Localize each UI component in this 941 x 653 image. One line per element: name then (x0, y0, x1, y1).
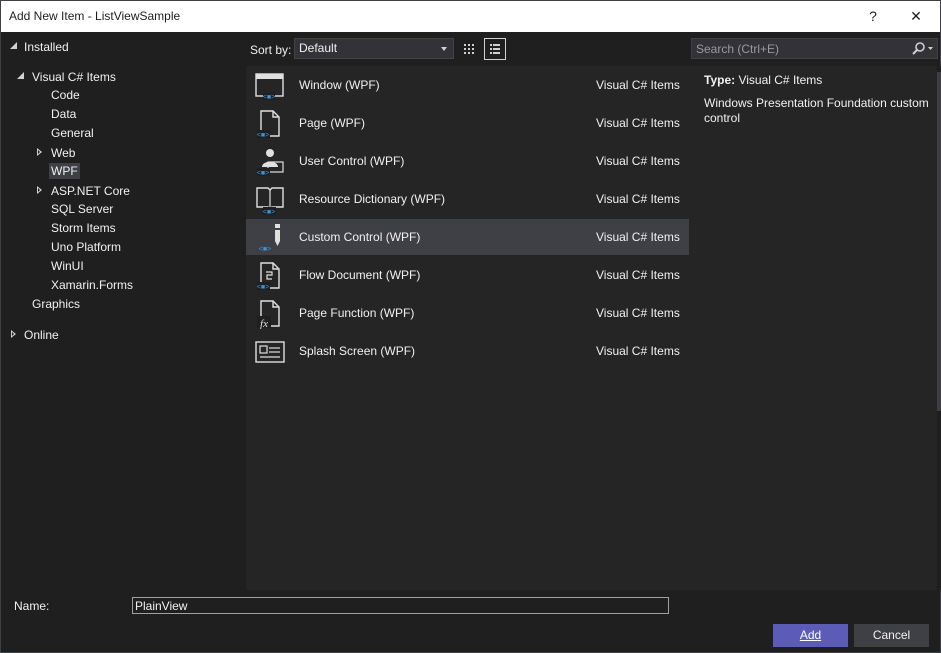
type-value: Visual C# Items (738, 73, 823, 87)
type-row: Type: Visual C# Items (704, 73, 822, 87)
tree-node-wpf[interactable]: WPF (49, 162, 80, 181)
grid-view-button[interactable] (458, 38, 480, 60)
list-view-icon (490, 44, 500, 54)
template-category: Visual C# Items (596, 116, 680, 130)
tree-node-data[interactable]: Data (49, 105, 78, 124)
page-icon: <■> (257, 110, 280, 139)
add-new-item-dialog: Add New Item - ListViewSample ? ✕ Instal… (0, 0, 941, 653)
search-icon[interactable] (909, 41, 935, 57)
list-view-button[interactable] (484, 38, 506, 60)
chevron-down-icon (441, 47, 447, 51)
svg-text:<■>: <■> (257, 170, 269, 177)
tree-label-storm-items: Storm Items (51, 221, 116, 235)
template-name: User Control (WPF) (299, 154, 405, 168)
collapsed-arrow-icon[interactable] (35, 148, 45, 158)
help-button[interactable]: ? (851, 1, 895, 32)
template-category: Visual C# Items (596, 154, 680, 168)
svg-text:<■>: <■> (257, 132, 269, 139)
tree-label-general: General (51, 126, 94, 140)
template-name: Flow Document (WPF) (299, 268, 421, 282)
tree-label-wpf: WPF (49, 163, 80, 179)
search-input[interactable] (696, 41, 896, 57)
category-tree: Installed Visual C# Items Code Data Gene… (1, 32, 246, 590)
search-box[interactable] (691, 38, 938, 59)
tree-label-winui: WinUI (51, 259, 84, 273)
expanded-arrow-icon[interactable] (9, 41, 19, 51)
title-bar: Add New Item - ListViewSample ? ✕ (1, 1, 940, 32)
collapsed-arrow-icon[interactable] (9, 330, 19, 340)
svg-text:<■>: <■> (259, 246, 271, 253)
window-icon: <■> (255, 73, 284, 101)
tree-label-sql-server: SQL Server (51, 202, 114, 216)
dialog-title: Add New Item - ListViewSample (9, 9, 181, 23)
template-name: Resource Dictionary (WPF) (299, 192, 446, 206)
user-control-icon: <■> (257, 149, 284, 177)
tree-label-installed: Installed (24, 40, 69, 54)
type-label: Type: (704, 73, 736, 87)
svg-text:<■>: <■> (257, 284, 269, 291)
template-item-custom-control[interactable]: <■> Custom Control (WPF) Visual C# Items (246, 219, 689, 255)
template-name: Page (WPF) (299, 116, 366, 130)
template-description: Windows Presentation Foundation custom c… (704, 96, 929, 125)
template-category: Visual C# Items (596, 192, 680, 206)
template-item-page[interactable]: <■> Page (WPF) Visual C# Items (246, 105, 689, 141)
details-scrollbar[interactable] (937, 66, 941, 590)
tree-label-code: Code (51, 88, 80, 102)
tree-label-graphics: Graphics (32, 297, 81, 311)
template-item-user-control[interactable]: <■> User Control (WPF) Visual C# Items (246, 143, 689, 179)
sort-by-dropdown[interactable]: Default (294, 38, 454, 59)
tree-node-uno-platform[interactable]: Uno Platform (49, 238, 123, 257)
details-pane: Type: Visual C# Items Windows Presentati… (691, 66, 938, 590)
cancel-button[interactable]: Cancel (854, 624, 929, 647)
tree-node-xamarin-forms[interactable]: Xamarin.Forms (49, 276, 135, 295)
scrollbar-thumb[interactable] (937, 72, 941, 411)
template-category: Visual C# Items (596, 268, 680, 282)
splash-screen-icon (255, 341, 285, 363)
template-category: Visual C# Items (596, 230, 680, 244)
tree-label-aspnet-core: ASP.NET Core (51, 184, 130, 198)
tree-label-xamarin-forms: Xamarin.Forms (51, 278, 134, 292)
template-name: Splash Screen (WPF) (299, 344, 416, 358)
custom-control-icon: <■> (259, 224, 280, 253)
sort-by-label: Sort by: (250, 43, 292, 57)
tree-node-winui[interactable]: WinUI (49, 257, 86, 276)
sort-bar: Sort by: Default (246, 32, 691, 66)
add-button[interactable]: Add (773, 624, 848, 647)
template-name: Custom Control (WPF) (299, 230, 421, 244)
tree-label-visual-csharp-items: Visual C# Items (32, 70, 116, 84)
expanded-arrow-icon[interactable] (16, 71, 26, 81)
tree-node-code[interactable]: Code (49, 86, 82, 105)
template-item-resource-dictionary[interactable]: <■> Resource Dictionary (WPF) Visual C# … (246, 181, 689, 217)
grid-view-icon (464, 44, 474, 54)
svg-text:<■>: <■> (263, 209, 275, 215)
resource-dictionary-icon: <■> (256, 187, 284, 215)
template-item-flow-document[interactable]: <■> Flow Document (WPF) Visual C# Items (246, 257, 689, 293)
collapsed-arrow-icon[interactable] (35, 186, 45, 196)
name-label: Name: (14, 599, 50, 613)
tree-label-uno-platform: Uno Platform (51, 240, 122, 254)
flow-document-icon: <■> (257, 262, 280, 291)
template-category: Visual C# Items (596, 344, 680, 358)
template-item-splash-screen[interactable]: Splash Screen (WPF) Visual C# Items (246, 333, 689, 369)
svg-text:<■>: <■> (263, 94, 275, 101)
template-category: Visual C# Items (596, 306, 680, 320)
template-name: Window (WPF) (299, 78, 380, 92)
template-list: <■> Window (WPF) Visual C# Items <■> Pag… (246, 66, 691, 590)
tree-node-graphics[interactable]: Graphics (30, 295, 82, 314)
template-name: Page Function (WPF) (299, 306, 415, 320)
tree-node-sql-server[interactable]: SQL Server (49, 200, 115, 219)
tree-node-storm-items[interactable]: Storm Items (49, 219, 118, 238)
template-item-window[interactable]: <■> Window (WPF) Visual C# Items (246, 67, 689, 103)
tree-label-data: Data (51, 107, 77, 121)
svg-text:fx: fx (260, 318, 268, 329)
template-item-page-function[interactable]: fx Page Function (WPF) Visual C# Items (246, 295, 689, 331)
name-input[interactable] (132, 597, 669, 614)
close-button[interactable]: ✕ (894, 1, 938, 32)
tree-label-online: Online (24, 328, 59, 342)
template-category: Visual C# Items (596, 78, 680, 92)
page-function-icon: fx (257, 300, 280, 329)
tree-node-general[interactable]: General (49, 124, 96, 143)
tree-label-web: Web (51, 146, 76, 160)
sort-by-value: Default (299, 41, 338, 55)
